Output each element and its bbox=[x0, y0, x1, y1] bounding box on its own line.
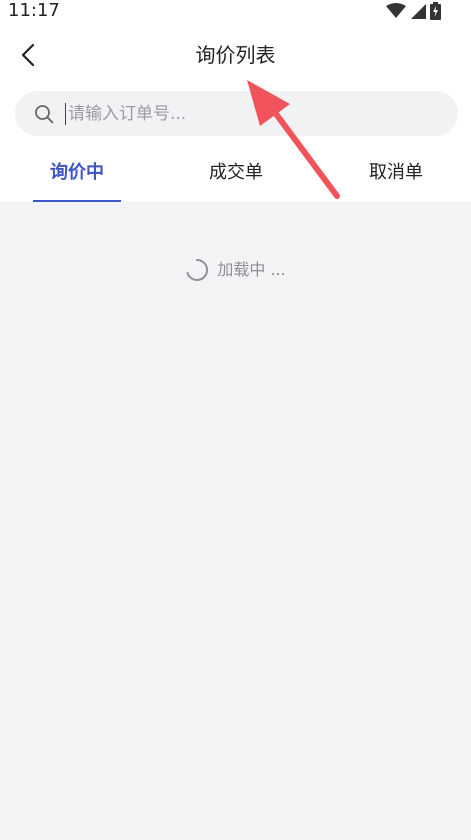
tab-label: 询价中 bbox=[50, 162, 104, 183]
tab-inquiring[interactable]: 询价中 bbox=[33, 158, 121, 188]
tab-completed[interactable]: 成交单 bbox=[192, 158, 280, 188]
tab-label: 取消单 bbox=[369, 162, 423, 183]
search-bar[interactable] bbox=[15, 91, 458, 136]
status-icons bbox=[386, 2, 441, 20]
active-tab-indicator bbox=[33, 200, 121, 202]
wifi-icon bbox=[386, 3, 406, 18]
status-time: 11:17 bbox=[8, 0, 60, 21]
loading-indicator: 加载中 ... bbox=[0, 258, 471, 282]
search-icon bbox=[33, 103, 55, 125]
inquiry-list-screen: 11:17 询价列表 请输入订单号... 询价中 成交单 取消单 加载中 ... bbox=[0, 0, 471, 840]
signal-icon bbox=[411, 4, 426, 19]
tab-label: 成交单 bbox=[209, 162, 263, 183]
battery-charging-icon bbox=[430, 2, 441, 20]
spinner-icon bbox=[186, 258, 209, 281]
loading-text: 加载中 ... bbox=[217, 260, 286, 279]
page-title: 询价列表 bbox=[195, 43, 276, 67]
header-area: 11:17 询价列表 请输入订单号... 询价中 成交单 取消单 bbox=[0, 0, 471, 202]
tab-cancelled[interactable]: 取消单 bbox=[352, 158, 440, 188]
search-input[interactable] bbox=[65, 102, 428, 125]
